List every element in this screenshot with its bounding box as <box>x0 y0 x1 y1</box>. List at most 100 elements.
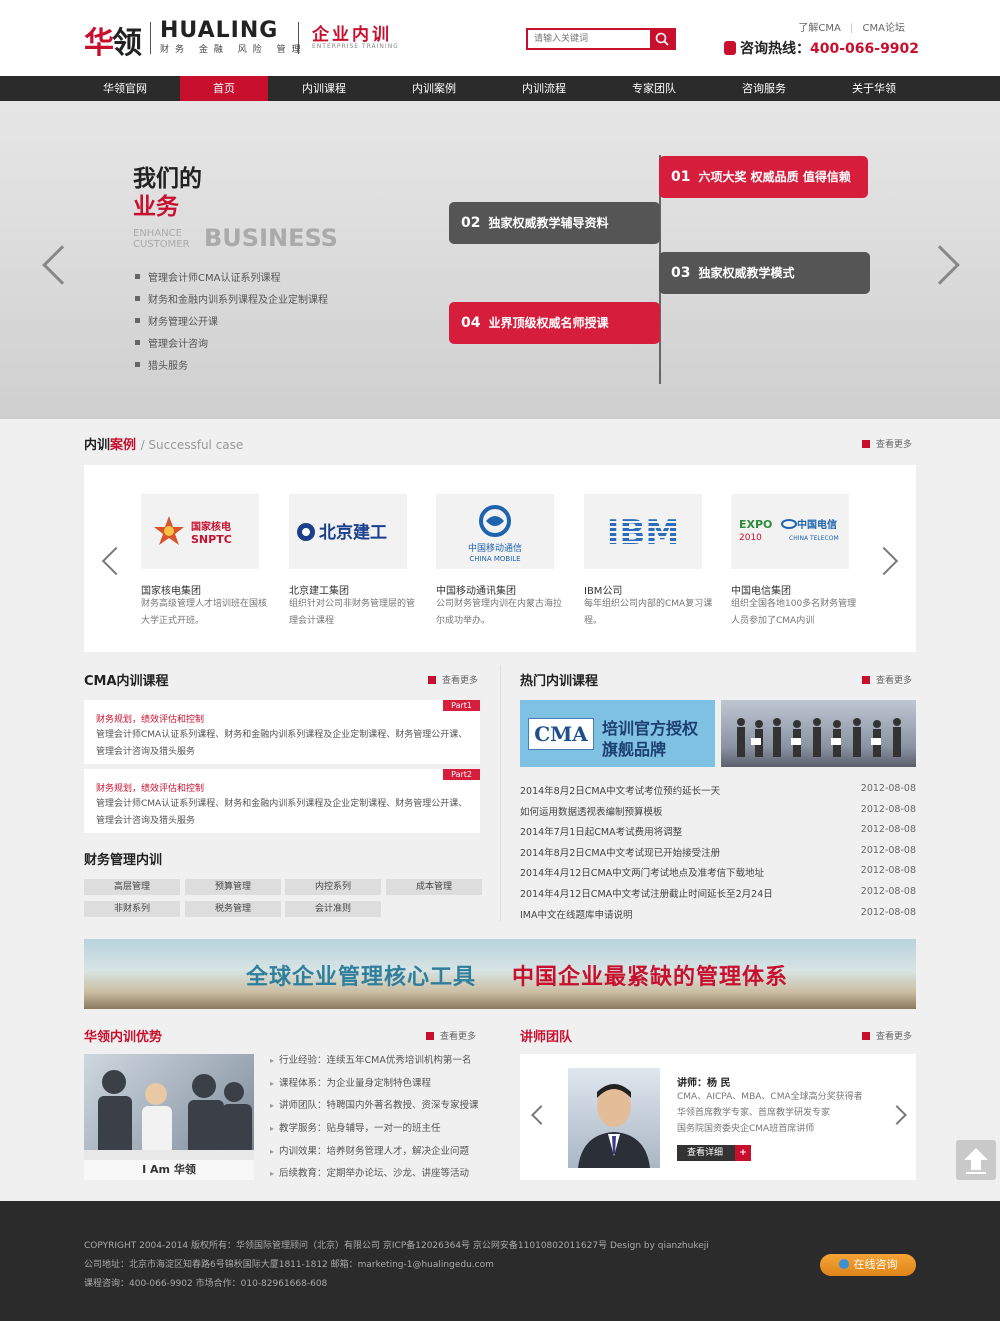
hot-courses-title: 热门内训课程 <box>520 674 599 689</box>
teacher-next-arrow[interactable] <box>887 1105 907 1125</box>
news-item[interactable]: 2014年8月2日CMA中文考试现已开始接受注册 2012-08-08 <box>520 845 916 859</box>
ceremony-photo[interactable] <box>721 700 916 767</box>
news-title[interactable]: 2014年7月1日起CMA考试费用将调整 <box>520 827 682 838</box>
case-name[interactable]: 国家核电集团 <box>141 582 201 597</box>
news-item[interactable]: 2014年7月1日起CMA考试费用将调整 2012-08-08 <box>520 824 916 838</box>
news-title[interactable]: 2014年4月12日CMA中文考试注册截止时间延长至2月24日 <box>520 889 773 900</box>
tag-cost-management[interactable]: 成本管理 <box>386 879 482 895</box>
cma-part-card[interactable]: Part2 财务规划，绩效评估和控制 管理会计师CMA认证系列课程、财务和金融内… <box>84 769 480 833</box>
logo[interactable]: 华领 <box>84 18 142 62</box>
part-heading[interactable]: 财务规划，绩效评估和控制 <box>96 712 204 725</box>
tag-accounting-standards[interactable]: 会计准则 <box>285 901 381 917</box>
banner-prev-arrow[interactable] <box>42 245 82 285</box>
news-item[interactable]: 2014年4月12日CMA中文两门考试地点及准考信下载地址 2012-08-08 <box>520 865 916 879</box>
search-input[interactable] <box>528 30 652 48</box>
nav-item-about[interactable]: 关于华领 <box>830 76 918 101</box>
group-photo-icon <box>737 718 901 757</box>
cma-training-more-link[interactable]: 查看更多 <box>428 673 478 686</box>
hero-banner: 我们的 业务 ENHANCE CUSTOMER BUSINESS 管理会计师CM… <box>0 101 1000 419</box>
cma-promo-banner[interactable]: CMA 培训官方授权 旗舰品牌 <box>520 700 715 767</box>
case-name[interactable]: 北京建工集团 <box>289 582 349 597</box>
bubble-number: 04 <box>461 315 481 331</box>
list-item: 管理会计咨询 <box>135 338 328 360</box>
case-name[interactable]: IBM公司 <box>584 582 622 597</box>
news-title[interactable]: 2014年4月12日CMA中文两门考试地点及准考信下载地址 <box>520 868 764 879</box>
feature-bubble-02: 02 独家权威教学辅导资料 <box>449 202 660 244</box>
case-desc: 组织全国各地100多名财务管理人员参加了CMA内训 <box>731 599 857 626</box>
news-date: 2012-08-08 <box>860 804 916 815</box>
nav-item-courses[interactable]: 内训课程 <box>280 76 368 101</box>
news-item[interactable]: 如何运用数据透视表编制预算模板 2012-08-08 <box>520 804 916 818</box>
cases-prev-arrow[interactable] <box>101 546 131 576</box>
case-logo-china-mobile[interactable]: 中国移动通信 CHINA MOBILE <box>436 494 554 569</box>
news-item[interactable]: IMA中文在线题库申请说明 2012-08-08 <box>520 907 916 921</box>
header: 华领 HUALING 财务 金融 风险 管理 企业内训 ENTERPRISE T… <box>0 0 1000 76</box>
nav-item-experts[interactable]: 专家团队 <box>610 76 698 101</box>
nav-item-cases[interactable]: 内训案例 <box>390 76 478 101</box>
arrow-up-icon <box>964 1148 988 1174</box>
teacher-detail-button[interactable]: 查看详细 + <box>677 1145 751 1161</box>
teacher-photo <box>568 1068 660 1168</box>
advantages-more-link[interactable]: 查看更多 <box>426 1029 476 1042</box>
tag-tax[interactable]: 税务管理 <box>185 901 281 917</box>
tag-non-finance[interactable]: 非财系列 <box>84 901 180 917</box>
news-date: 2012-08-08 <box>860 886 916 897</box>
cases-next-arrow[interactable] <box>869 546 899 576</box>
logo-enterprise-en: ENTERPRISE TRAINING <box>312 43 399 50</box>
news-title[interactable]: IMA中文在线题库申请说明 <box>520 910 633 921</box>
hot-courses-more-link[interactable]: 查看更多 <box>862 673 912 686</box>
case-name[interactable]: 中国电信集团 <box>731 582 791 597</box>
feature-bubble-04: 04 业界顶级权威名师授课 <box>449 302 660 344</box>
nav-item-home[interactable]: 首页 <box>180 76 268 101</box>
banner-service-list: 管理会计师CMA认证系列课程 财务和金融内训系列课程及企业定制课程 财务管理公开… <box>135 272 328 382</box>
case-logo-ibm[interactable]: IBM <box>584 494 702 569</box>
list-item: 内训效果：培养财务管理人才，解决企业问题 <box>270 1145 479 1168</box>
list-item: 行业经验：连续五年CMA优秀培训机构第一名 <box>270 1054 479 1077</box>
bubble-text: 独家权威教学辅导资料 <box>488 216 609 230</box>
news-title[interactable]: 如何运用数据透视表编制预算模板 <box>520 807 663 818</box>
advantages-list: 行业经验：连续五年CMA优秀培训机构第一名 课程体系：为企业量身定制特色课程 讲… <box>270 1054 479 1190</box>
nav-item-official[interactable]: 华领官网 <box>81 76 169 101</box>
nav-item-consulting[interactable]: 咨询服务 <box>720 76 808 101</box>
cma-training-title: CMA内训课程 <box>84 674 169 689</box>
tag-senior-management[interactable]: 高层管理 <box>84 879 180 895</box>
svg-text:北京建工: 北京建工 <box>319 522 387 543</box>
part-heading[interactable]: 财务规划，绩效评估和控制 <box>96 781 204 794</box>
teacher-portrait-icon <box>578 1084 650 1168</box>
column-divider <box>500 665 501 921</box>
footer-address: 公司地址：北京市海淀区知春路6号锦秋国际大厦1811-1812 邮箱：marke… <box>84 1260 494 1270</box>
list-item: 讲师团队：特聘国内外著名教授、资深专家授课 <box>270 1099 479 1122</box>
cases-more-link[interactable]: 查看更多 <box>862 437 912 450</box>
team-photo: I Am 华领 <box>84 1054 254 1180</box>
tag-internal-control[interactable]: 内控系列 <box>285 879 381 895</box>
search-button[interactable] <box>650 30 674 48</box>
case-logo-snptc[interactable]: 国家核电 SNPTC <box>141 494 259 569</box>
slogan-banner[interactable]: 全球企业管理核心工具 中国企业最紧缺的管理体系 <box>84 939 916 1009</box>
banner-next-arrow[interactable] <box>920 245 960 285</box>
link-cma-forum[interactable]: CMA论坛 <box>863 23 905 34</box>
news-title[interactable]: 2014年8月2日CMA中文考试现已开始接受注册 <box>520 848 720 859</box>
news-item[interactable]: 2014年8月2日CMA中文考试考位预约延长一天 2012-08-08 <box>520 783 916 797</box>
nav-item-process[interactable]: 内训流程 <box>500 76 588 101</box>
snptc-logo-icon: 国家核电SNPTC <box>154 516 232 546</box>
case-logo-china-telecom[interactable]: EXPO 2010 中国电信 CHINA TELECOM <box>731 494 849 569</box>
back-to-top-button[interactable] <box>956 1140 996 1180</box>
teacher-prev-arrow[interactable] <box>531 1105 551 1125</box>
link-learn-cma[interactable]: 了解CMA <box>798 23 840 34</box>
news-title[interactable]: 2014年8月2日CMA中文考试考位预约延长一天 <box>520 786 720 797</box>
teacher-name: 讲师：杨 民 <box>677 1078 731 1089</box>
news-item[interactable]: 2014年4月12日CMA中文考试注册截止时间延长至2月24日 2012-08-0… <box>520 886 916 900</box>
feature-bubble-03: 03 独家权威教学模式 <box>659 252 870 294</box>
feature-bubble-01: 01 六项大奖 权威品质 值得信赖 <box>659 156 868 198</box>
case-logo-bcegc[interactable]: 北京建工 <box>289 494 407 569</box>
top-links: 了解CMA | CMA论坛 <box>792 19 905 34</box>
case-name[interactable]: 中国移动通讯集团 <box>436 582 516 597</box>
cases-section-title: 内训案例 / Successful case <box>84 434 243 453</box>
teachers-more-link[interactable]: 查看更多 <box>862 1029 912 1042</box>
svg-text:SNPTC: SNPTC <box>191 533 232 546</box>
cma-part-card[interactable]: Part1 财务规划，绩效评估和控制 管理会计师CMA认证系列课程、财务和金融内… <box>84 700 480 764</box>
online-consult-button[interactable]: 在线咨询 <box>820 1254 916 1276</box>
teacher-desc-1: CMA、AICPA、MBA、CMA全球高分奖获得者 <box>677 1092 863 1102</box>
banner-en-big: BUSINESS <box>204 224 338 252</box>
tag-budget[interactable]: 预算管理 <box>185 879 281 895</box>
